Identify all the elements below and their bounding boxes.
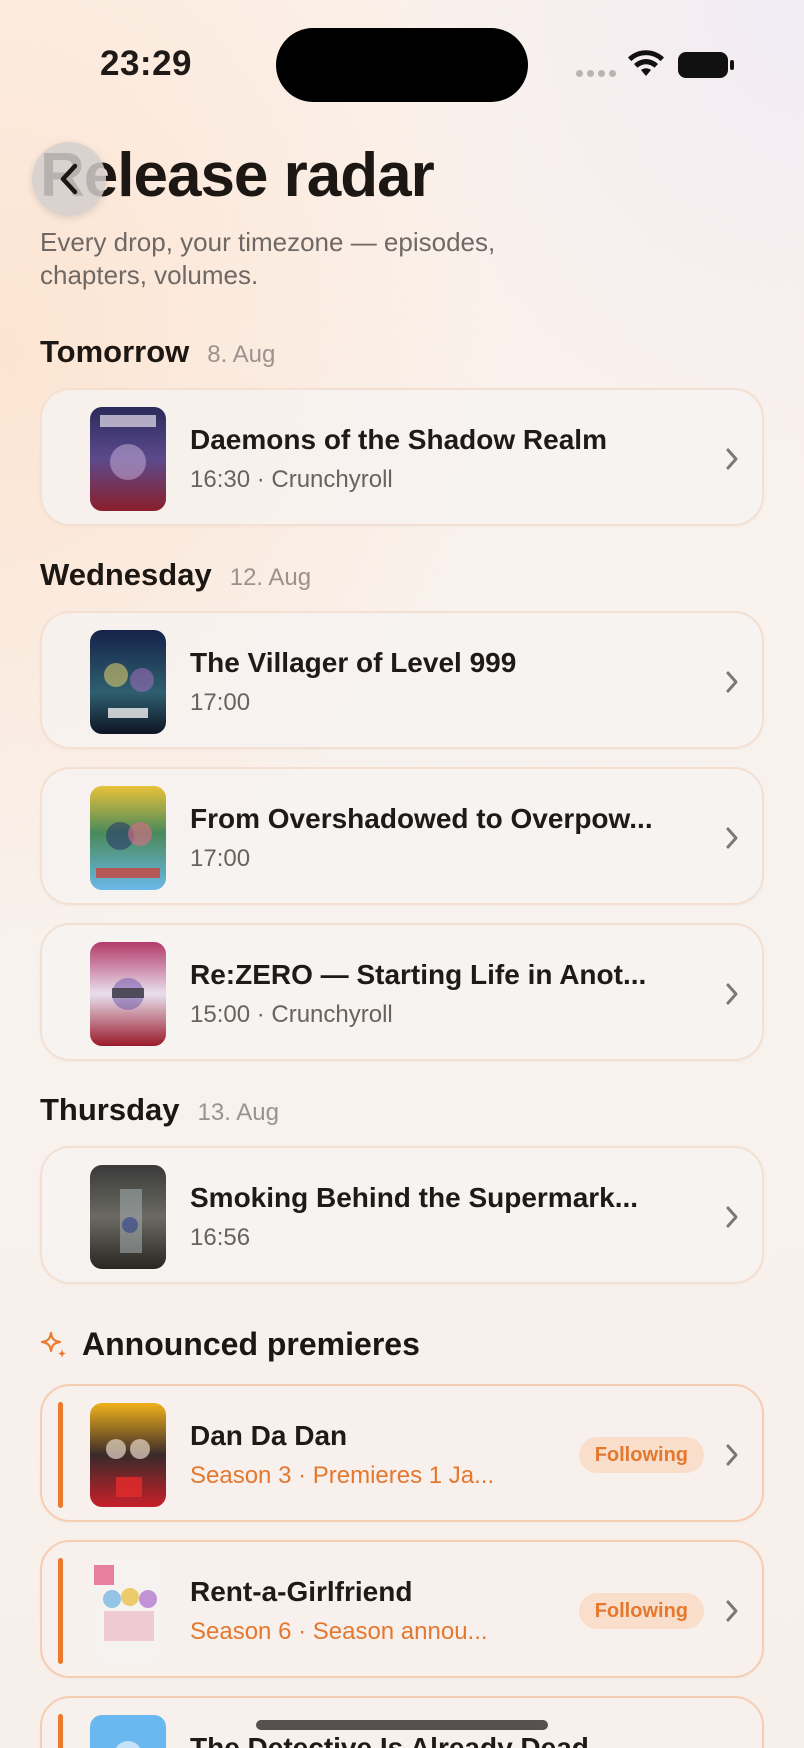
- cellular-signal-icon: [576, 70, 618, 78]
- premiere-card[interactable]: Rent-a-Girlfriend Season 6 · Season anno…: [40, 1540, 764, 1678]
- back-button[interactable]: [32, 142, 106, 216]
- cover-image: [90, 1165, 166, 1269]
- dynamic-island: [276, 28, 528, 102]
- chevron-right-icon: [726, 448, 738, 470]
- release-title: Smoking Behind the Supermark...: [190, 1182, 639, 1213]
- accent-bar: [58, 1714, 63, 1748]
- cover-image: [90, 407, 166, 511]
- release-time: 17:00: [190, 689, 251, 716]
- date-label: 12. Aug: [229, 564, 312, 591]
- cover-image: [90, 1559, 166, 1663]
- premiere-title: Rent-a-Girlfriend: [190, 1576, 413, 1607]
- cover-image: [90, 630, 166, 734]
- sparkle-icon: [40, 1331, 66, 1358]
- date-label: 8. Aug: [207, 341, 276, 368]
- release-title: Daemons of the Shadow Realm: [190, 424, 607, 455]
- cover-image: [90, 1715, 166, 1748]
- release-time: 17:00: [190, 845, 251, 872]
- page-subtitle: Every drop, your timezone — episodes, ch…: [40, 227, 496, 290]
- status-bar: 23:29: [0, 0, 804, 130]
- date-label: 13. Aug: [197, 1099, 279, 1126]
- cover-image: [90, 1403, 166, 1507]
- day-label: Wednesday: [40, 557, 212, 592]
- chevron-right-icon: [726, 1600, 738, 1622]
- day-label: Tomorrow: [40, 334, 190, 369]
- release-title: The Villager of Level 999: [190, 647, 517, 678]
- accent-bar: [58, 1558, 63, 1664]
- release-card[interactable]: From Overshadowed to Overpow... 17:00: [40, 767, 764, 905]
- cover-image: [90, 942, 166, 1046]
- following-badge: Following: [578, 1593, 704, 1629]
- release-card[interactable]: Smoking Behind the Supermark... 16:56: [40, 1146, 764, 1284]
- chevron-right-icon: [726, 983, 738, 1005]
- section-header-thursday: Thursday 13. Aug: [40, 1092, 279, 1128]
- chevron-right-icon: [726, 827, 738, 849]
- release-title: Re:ZERO — Starting Life in Anot...: [190, 959, 647, 990]
- release-card[interactable]: Daemons of the Shadow Realm 16:30 · Crun…: [40, 388, 764, 526]
- battery-icon: [678, 52, 734, 78]
- day-label: Thursday: [40, 1092, 180, 1127]
- premiere-card[interactable]: Dan Da Dan Season 3 · Premieres 1 Ja... …: [40, 1384, 764, 1522]
- cover-image: [90, 786, 166, 890]
- premiere-info: Season 3 · Premieres 1 Ja...: [190, 1462, 495, 1489]
- release-card[interactable]: The Villager of Level 999 17:00: [40, 611, 764, 749]
- release-time: 16:56: [190, 1224, 251, 1251]
- release-time: 16:30 · Crunchyroll: [190, 466, 393, 493]
- release-title: From Overshadowed to Overpow...: [190, 803, 653, 834]
- release-time: 15:00 · Crunchyroll: [190, 1001, 393, 1028]
- chevron-right-icon: [726, 1206, 738, 1228]
- section-header-tomorrow: Tomorrow 8. Aug: [40, 334, 275, 370]
- chevron-right-icon: [726, 1444, 738, 1466]
- section-header-wednesday: Wednesday 12. Aug: [40, 557, 311, 593]
- status-time: 23:29: [100, 44, 193, 83]
- chevron-right-icon: [726, 671, 738, 693]
- premiere-title: Dan Da Dan: [190, 1420, 348, 1451]
- following-badge: Following: [578, 1437, 704, 1473]
- premiere-title: The Detective Is Already Dead: [190, 1732, 589, 1748]
- home-indicator[interactable]: [256, 1720, 548, 1730]
- accent-bar: [58, 1402, 63, 1508]
- premiere-info: Season 6 · Season annou...: [190, 1618, 488, 1645]
- chevron-left-icon: [60, 163, 78, 195]
- premieres-title: Announced premieres: [82, 1326, 420, 1362]
- release-card[interactable]: Re:ZERO — Starting Life in Anot... 15:00…: [40, 923, 764, 1061]
- wifi-icon: [628, 50, 664, 76]
- premieres-header: Announced premieres: [40, 1326, 420, 1363]
